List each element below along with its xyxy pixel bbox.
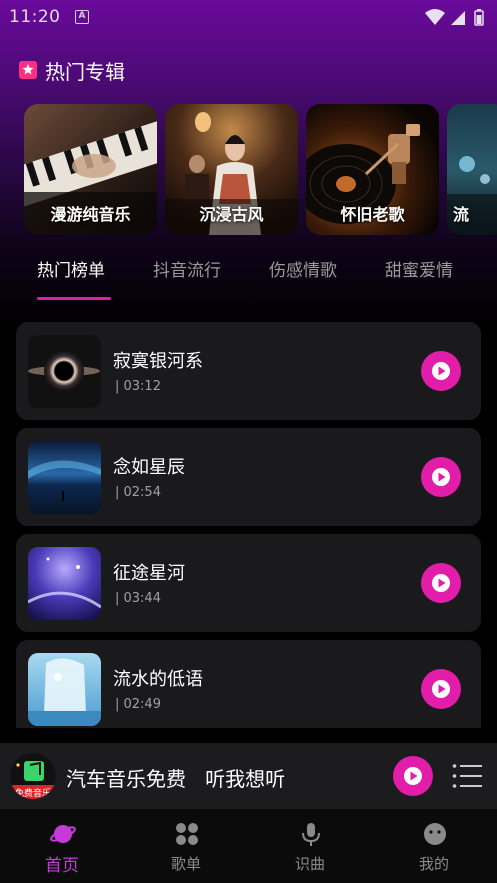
song-title: 流水的低语: [113, 669, 203, 690]
bookmark-star-icon: [19, 61, 37, 79]
album-label: 怀旧老歌: [340, 205, 405, 224]
status-icons: [425, 9, 484, 26]
category-tabs: 热门榜单 抖音流行 伤感情歌 甜蜜爱情: [0, 252, 497, 302]
active-tab-indicator: [37, 297, 111, 300]
status-bar: 11:20 A: [0, 0, 497, 34]
play-button[interactable]: [421, 669, 461, 709]
status-time: 11:20: [9, 7, 61, 27]
album-label: 流: [453, 205, 470, 224]
grid-icon: [176, 823, 198, 845]
play-icon: [432, 680, 450, 698]
play-icon: [404, 767, 422, 785]
song-cover-starry-lake-image: [28, 441, 101, 514]
nav-home[interactable]: 首页: [0, 809, 124, 883]
album-card[interactable]: 漫游纯音乐: [24, 104, 157, 235]
song-title: 征途星河: [113, 563, 185, 584]
play-icon: [432, 362, 450, 380]
wifi-icon: [425, 9, 445, 25]
play-button[interactable]: [421, 563, 461, 603]
nav-label: 首页: [45, 856, 79, 876]
microphone-icon: [302, 823, 320, 846]
song-duration: | 03:12: [115, 379, 161, 394]
song-cover-waterfall-image: [28, 653, 101, 726]
tab-douyin-popular[interactable]: 抖音流行: [153, 256, 221, 281]
tab-hot-charts[interactable]: 热门榜单: [37, 256, 105, 281]
song-cover-galaxy-river-image: [28, 547, 101, 620]
nav-recognize[interactable]: 识曲: [248, 809, 372, 883]
battery-icon: [474, 9, 484, 26]
song-title: 念如星辰: [113, 457, 185, 478]
tab-sad-love-songs[interactable]: 伤感情歌: [269, 256, 337, 281]
playlist-icon[interactable]: [452, 763, 482, 789]
album-card[interactable]: 流: [447, 104, 497, 235]
mini-player[interactable]: 免费音乐 汽车音乐免费 听我想听: [0, 743, 497, 809]
song-card[interactable]: 流水的低语 | 02:49: [16, 640, 481, 728]
play-icon: [432, 468, 450, 486]
app-logo-cover: 免费音乐: [10, 753, 56, 799]
song-title: 寂寞银河系: [113, 351, 203, 372]
song-card[interactable]: 念如星辰 | 02:54: [16, 428, 481, 526]
album-label: 沉浸古风: [199, 205, 264, 224]
play-button[interactable]: [421, 457, 461, 497]
signal-icon: [451, 11, 465, 25]
song-duration: | 02:54: [115, 485, 161, 500]
song-list[interactable]: 寂寞银河系 | 03:12 念如星辰 | 02:54 征途星河 | 03:44 …: [16, 322, 481, 728]
play-button[interactable]: [421, 351, 461, 391]
nav-label: 识曲: [294, 855, 325, 873]
song-cover-black-hole-image: [28, 335, 101, 408]
hot-albums-header: 热门专辑: [18, 56, 125, 84]
album-label: 漫游纯音乐: [50, 205, 131, 224]
song-card[interactable]: 征途星河 | 03:44: [16, 534, 481, 632]
mini-play-button[interactable]: [393, 756, 433, 796]
tab-sweet-love[interactable]: 甜蜜爱情: [385, 256, 453, 281]
nav-label: 我的: [418, 855, 449, 873]
nav-playlists[interactable]: 歌单: [124, 809, 248, 883]
section-title: 热门专辑: [45, 59, 125, 84]
album-card[interactable]: 沉浸古风: [165, 104, 298, 235]
mini-player-title: 汽车音乐免费 听我想听: [66, 767, 286, 791]
song-card[interactable]: 寂寞银河系 | 03:12: [16, 322, 481, 420]
nav-profile[interactable]: 我的: [372, 809, 496, 883]
bottom-navigation: 首页 歌单 识曲 我的: [0, 809, 497, 883]
profile-face-icon: [424, 823, 446, 845]
play-icon: [432, 574, 450, 592]
song-duration: | 03:44: [115, 591, 161, 606]
nav-label: 歌单: [170, 855, 201, 873]
notification-a-icon: A: [75, 10, 89, 24]
album-card[interactable]: 怀旧老歌: [306, 104, 439, 235]
song-duration: | 02:49: [115, 697, 161, 712]
planet-icon: [50, 825, 76, 843]
svg-text:免费音乐: 免费音乐: [15, 787, 51, 799]
album-carousel[interactable]: 漫游纯音乐 沉浸古风 怀旧老歌 流: [24, 104, 497, 235]
